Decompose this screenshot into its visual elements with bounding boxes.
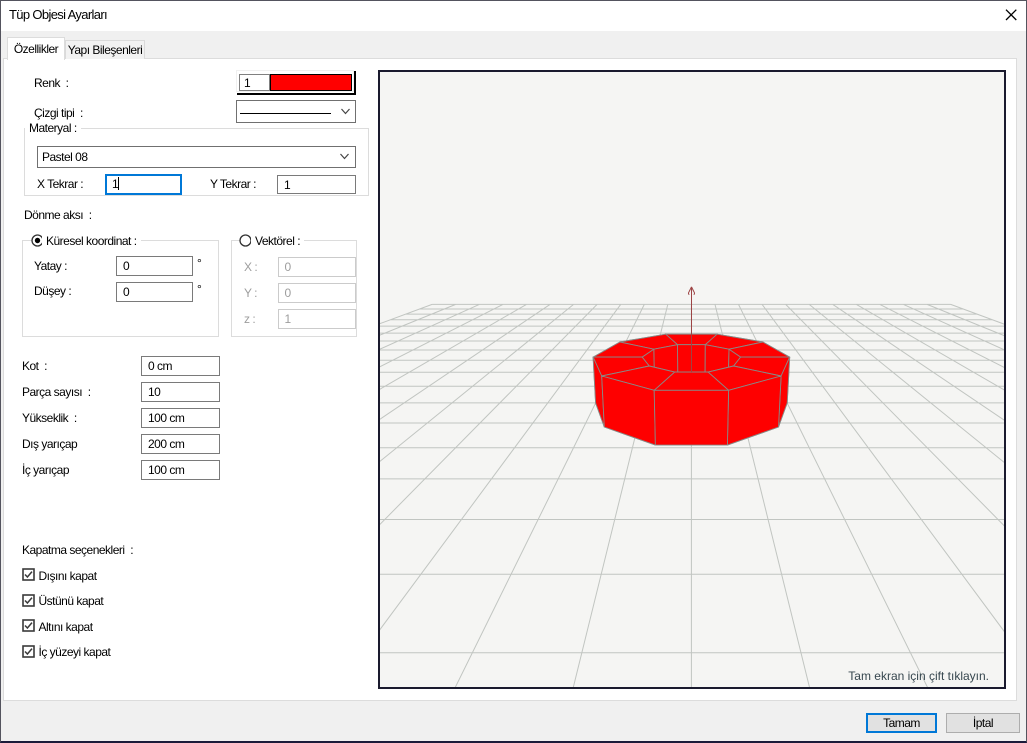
svg-text:Tam ekran için çift tıklayın.: Tam ekran için çift tıklayın. [848, 669, 989, 683]
